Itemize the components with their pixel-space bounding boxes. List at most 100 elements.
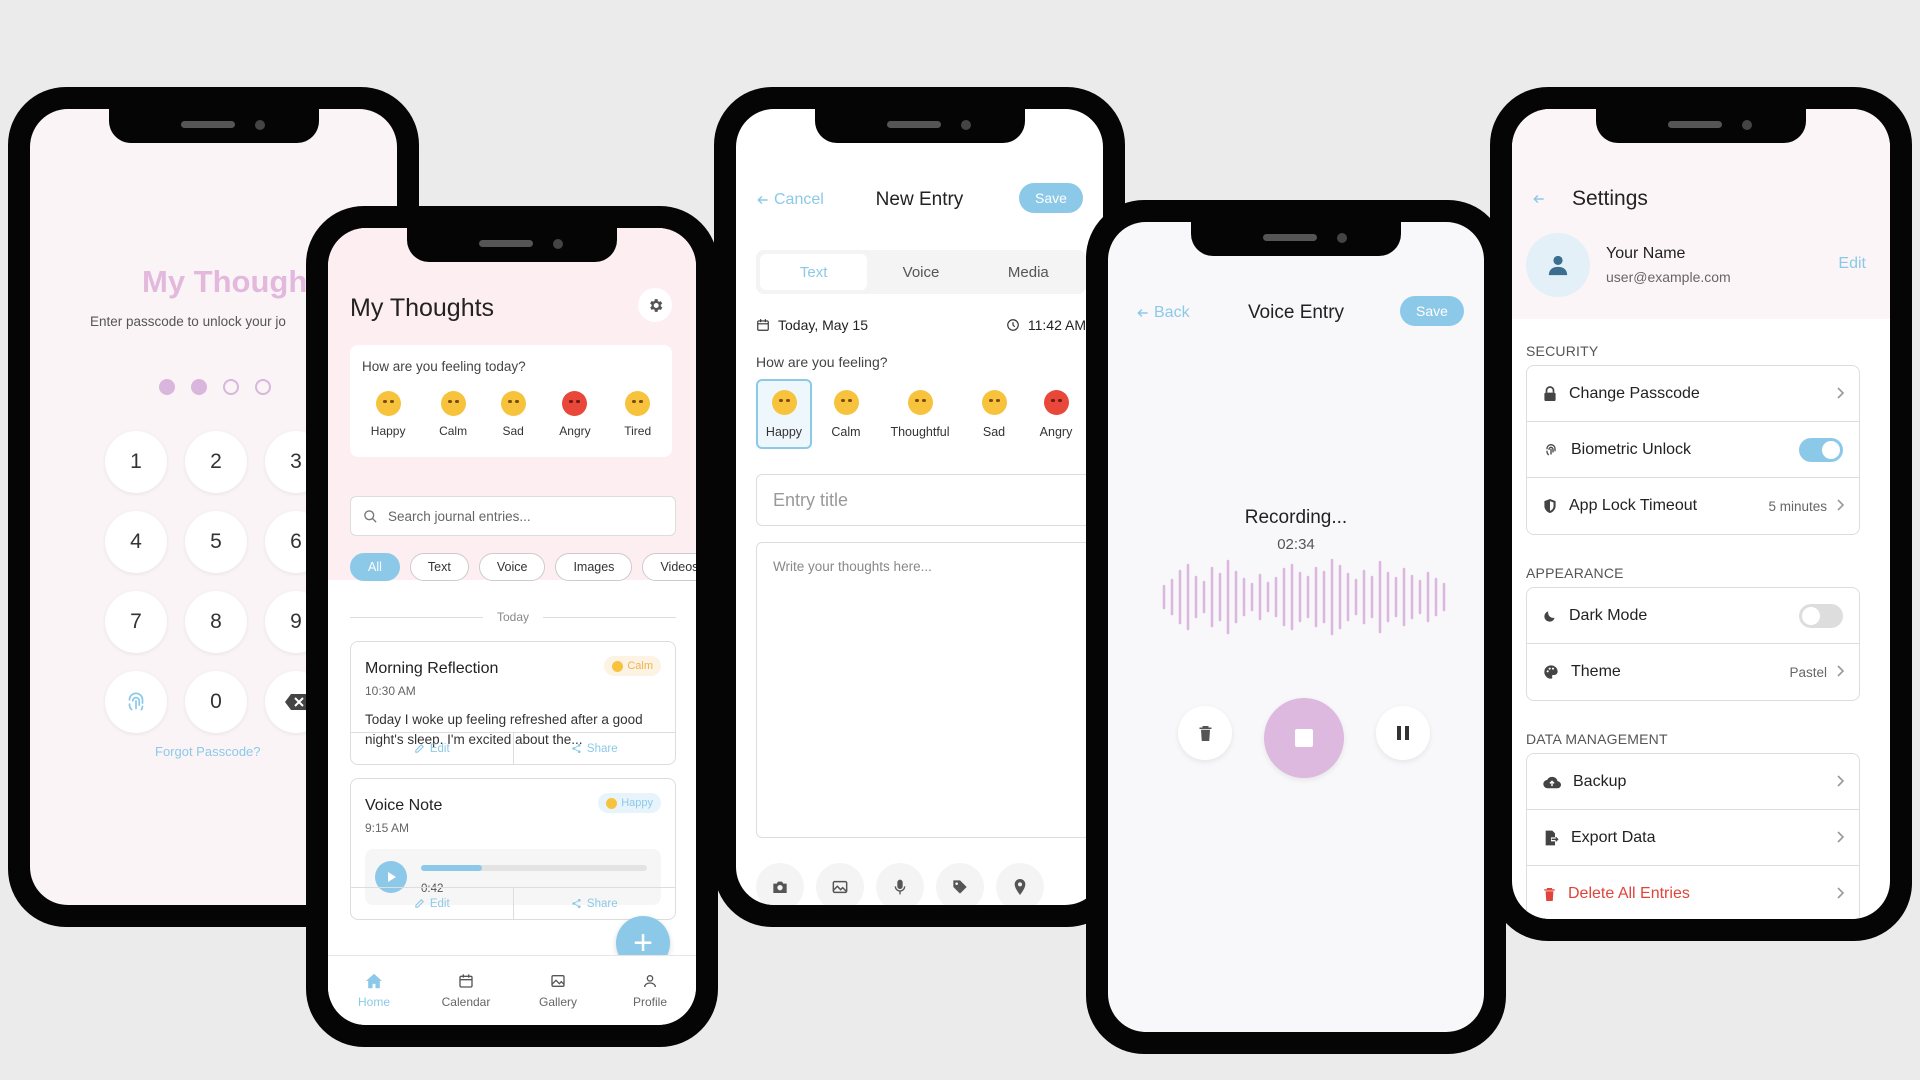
- tag-button[interactable]: [936, 863, 984, 905]
- tab-label: Home: [357, 994, 390, 1009]
- tab-media[interactable]: Media: [975, 254, 1082, 290]
- keypad-key-0[interactable]: 0: [185, 671, 247, 733]
- row-value: Pastel: [1789, 664, 1827, 680]
- keypad-key-7[interactable]: 7: [105, 591, 167, 653]
- mood-calm[interactable]: Calm: [439, 391, 467, 438]
- play-icon: [388, 872, 396, 882]
- search-icon: [364, 509, 377, 523]
- theme-row[interactable]: Theme Pastel: [1527, 644, 1859, 700]
- entry-toolbar: [756, 863, 1044, 905]
- mood-tired[interactable]: Tired: [624, 391, 651, 438]
- row-value: 5 minutes: [1768, 498, 1827, 514]
- mood-sad[interactable]: Sad: [500, 391, 526, 438]
- section-header-appearance: APPEARANCE: [1526, 565, 1624, 581]
- mood-angry[interactable]: Angry: [559, 391, 591, 438]
- keypad-key-1[interactable]: 1: [105, 431, 167, 493]
- chevron-right-icon: [1837, 387, 1845, 399]
- image-button[interactable]: [816, 863, 864, 905]
- keypad-key-4[interactable]: 4: [105, 511, 167, 573]
- camera-button[interactable]: [756, 863, 804, 905]
- settings-header: Settings: [1532, 187, 1648, 211]
- mood-badge-label: Calm: [627, 660, 653, 672]
- back-button[interactable]: Back: [1136, 304, 1190, 322]
- recording-timer: 02:34: [1277, 536, 1315, 553]
- fingerprint-icon: [1546, 443, 1556, 455]
- filter-chip-voice[interactable]: Voice: [478, 553, 546, 581]
- phone-notch: [407, 228, 617, 262]
- mood-thoughtful[interactable]: Thoughtful: [880, 379, 960, 449]
- settings-button[interactable]: [638, 288, 672, 322]
- fingerprint-button[interactable]: [105, 671, 167, 733]
- dark-mode-toggle[interactable]: [1799, 604, 1843, 628]
- filter-chip-text[interactable]: Text: [409, 553, 469, 581]
- back-arrow-icon[interactable]: [1532, 192, 1546, 206]
- audio-progress-bar[interactable]: [421, 865, 647, 871]
- mood-label: Calm: [439, 424, 468, 438]
- share-entry-button[interactable]: Share: [514, 888, 676, 919]
- mic-icon: [894, 879, 906, 895]
- save-button[interactable]: Save: [1019, 183, 1083, 213]
- mic-button[interactable]: [876, 863, 924, 905]
- clock-icon: [1007, 319, 1019, 331]
- entry-actions: Edit Share: [351, 887, 675, 919]
- home-screen: My Thoughts How are you feeling today? H…: [328, 228, 696, 1025]
- delete-all-entries-row[interactable]: Delete All Entries: [1527, 866, 1859, 919]
- keypad-key-8[interactable]: 8: [185, 591, 247, 653]
- tab-gallery[interactable]: Gallery: [512, 956, 604, 1025]
- tab-label: Calendar: [441, 994, 491, 1009]
- mood-happy[interactable]: Happy: [756, 379, 812, 449]
- keypad-key-2[interactable]: 2: [185, 431, 247, 493]
- new-entry-phone: Cancel New Entry Save Text Voice Media T…: [714, 87, 1125, 927]
- save-button[interactable]: Save: [1400, 296, 1464, 326]
- security-group: Change Passcode Biometric Unlock App Loc…: [1526, 365, 1860, 535]
- mood-happy[interactable]: Happy: [371, 391, 405, 438]
- voice-entry-card[interactable]: Voice Note 9:15 AM Happy 0:42 Edit Share: [350, 778, 676, 920]
- edit-entry-button[interactable]: Edit: [351, 733, 514, 764]
- mood-label: Angry: [559, 424, 591, 438]
- home-icon: [366, 973, 382, 988]
- calm-emoji-icon: [612, 660, 624, 672]
- mood-angry[interactable]: Angry: [1028, 379, 1084, 449]
- edit-profile-button[interactable]: Edit: [1838, 255, 1866, 273]
- entry-time: 11:42 AM: [1006, 317, 1086, 333]
- search-input[interactable]: Search journal entries...: [350, 496, 676, 536]
- mood-sad[interactable]: Sad: [966, 379, 1022, 449]
- backup-row[interactable]: Backup: [1527, 754, 1859, 810]
- passcode-dot-empty: [255, 379, 271, 395]
- edit-entry-button[interactable]: Edit: [351, 888, 514, 919]
- entry-body-textarea[interactable]: Write your thoughts here...: [756, 542, 1096, 838]
- app-lock-timeout-row[interactable]: App Lock Timeout 5 minutes: [1527, 478, 1859, 534]
- mood-label: Tired: [624, 424, 652, 438]
- biometric-toggle[interactable]: [1799, 438, 1843, 462]
- tab-profile[interactable]: Profile: [604, 956, 696, 1025]
- mood-badge: Happy: [598, 793, 661, 813]
- tab-text[interactable]: Text: [760, 254, 868, 290]
- location-button[interactable]: [996, 863, 1044, 905]
- tab-calendar[interactable]: Calendar: [420, 956, 512, 1025]
- pause-recording-button[interactable]: [1376, 706, 1430, 760]
- share-entry-button[interactable]: Share: [514, 733, 676, 764]
- tired-emoji-icon: [625, 391, 651, 416]
- delete-recording-button[interactable]: [1178, 706, 1232, 760]
- tab-voice[interactable]: Voice: [867, 254, 974, 290]
- stop-recording-button[interactable]: [1264, 698, 1344, 778]
- filter-chip-videos[interactable]: Videos: [642, 553, 696, 581]
- voice-entry-nav: Back Voice Entry Save: [1108, 292, 1484, 332]
- arrow-left-icon: [1137, 308, 1148, 318]
- forgot-passcode-link[interactable]: Forgot Passcode?: [155, 744, 261, 759]
- export-data-row[interactable]: Export Data: [1527, 810, 1859, 866]
- cancel-button[interactable]: Cancel: [756, 191, 824, 209]
- keypad-key-5[interactable]: 5: [185, 511, 247, 573]
- row-label: Theme: [1571, 663, 1621, 680]
- filter-chip-images[interactable]: Images: [555, 553, 633, 581]
- mood-question: How are you feeling today?: [362, 359, 526, 374]
- angry-emoji-icon: [562, 391, 588, 416]
- data-management-group: Backup Export Data Delete All Entries: [1526, 753, 1860, 919]
- tab-home[interactable]: Home: [328, 956, 420, 1025]
- entry-title-input[interactable]: Entry title: [756, 474, 1096, 526]
- moon-icon: [1544, 610, 1555, 622]
- mood-calm[interactable]: Calm: [818, 379, 874, 449]
- change-passcode-row[interactable]: Change Passcode: [1527, 366, 1859, 422]
- filter-chip-all[interactable]: All: [350, 553, 400, 581]
- journal-entry-card[interactable]: Morning Reflection 10:30 AM Calm Today I…: [350, 641, 676, 765]
